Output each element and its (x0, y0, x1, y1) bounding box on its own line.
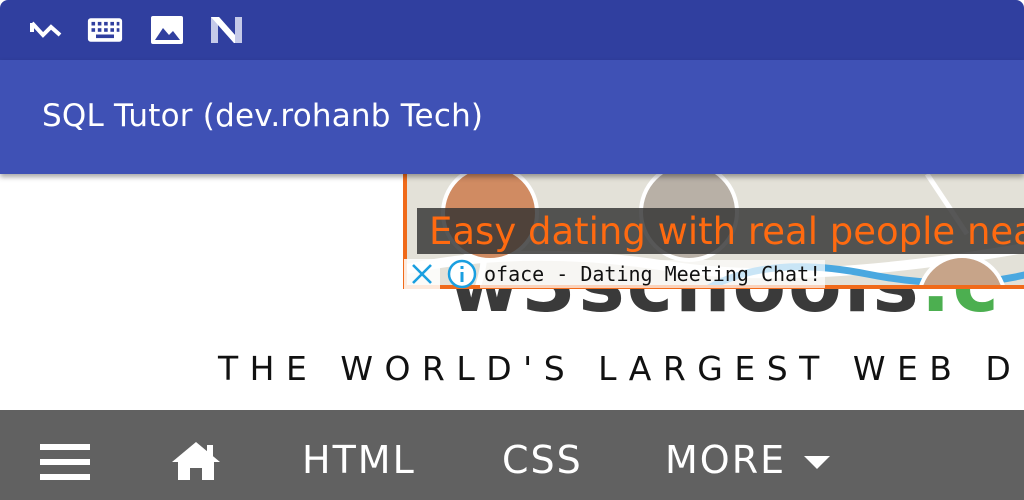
app-title: SQL Tutor (dev.rohanb Tech) (42, 98, 484, 134)
n-logo-icon (208, 14, 244, 46)
nav-more[interactable]: MORE (665, 440, 786, 480)
ad-headline[interactable]: Easy dating with real people near (429, 210, 1024, 253)
site-nav-bar: HTML CSS MORE (0, 410, 1024, 500)
missed-call-icon (28, 14, 64, 46)
nav-css[interactable]: CSS (502, 440, 583, 480)
site-tagline: THE WORLD'S LARGEST WEB DE (218, 349, 1024, 388)
keyboard-icon (87, 14, 123, 46)
nav-html[interactable]: HTML (302, 440, 416, 480)
status-bar (0, 0, 1024, 60)
ad-source-text[interactable]: oface - Dating Meeting Chat! (480, 260, 826, 288)
app-bar: SQL Tutor (dev.rohanb Tech) (0, 60, 1024, 174)
home-icon[interactable] (170, 440, 222, 482)
info-icon[interactable] (444, 259, 480, 289)
close-icon[interactable] (404, 259, 440, 289)
hamburger-menu-icon[interactable] (40, 442, 92, 482)
caret-down-icon[interactable] (802, 454, 832, 470)
image-icon (149, 14, 185, 46)
